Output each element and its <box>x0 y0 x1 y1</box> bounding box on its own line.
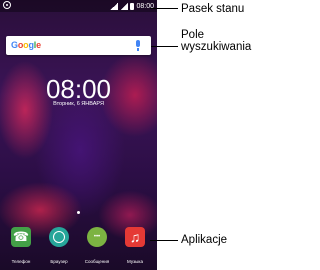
app-phone[interactable]: Телефон <box>6 227 36 264</box>
callout-line-apps <box>150 240 178 241</box>
microphone-icon[interactable] <box>136 40 140 51</box>
google-logo: Google <box>11 40 41 50</box>
app-label: Музыка <box>127 259 143 264</box>
status-bar: 08:00 <box>0 0 157 12</box>
search-callout-line2: wyszukiwania <box>181 41 252 53</box>
page-indicator <box>77 211 80 214</box>
date: Вторник, 6 ЯНВАРЯ <box>53 101 104 107</box>
messages-icon <box>87 227 107 247</box>
callout-line-search <box>151 46 178 47</box>
status-bar-callout: Pasek stanu <box>181 3 245 15</box>
search-callout-line1: Pole <box>181 29 205 41</box>
signal-icon-2 <box>120 2 129 10</box>
apps-callout: Aplikacje <box>181 234 228 246</box>
app-music[interactable]: Музыка <box>120 227 150 264</box>
phone-screen: 08:00 Google 08:00 Вторник, 6 ЯНВАРЯ Тел… <box>0 0 157 270</box>
app-label: Сообщения <box>84 259 110 264</box>
music-icon <box>125 227 145 247</box>
search-bar[interactable]: Google <box>6 36 151 55</box>
battery-icon <box>130 2 135 10</box>
phone-icon <box>11 227 31 247</box>
app-browser[interactable]: Браузер <box>44 227 74 264</box>
status-icons: 08:00 <box>110 1 154 11</box>
app-messages[interactable]: Сообщения <box>82 227 112 264</box>
app-label: Телефон <box>11 259 31 264</box>
signal-icon <box>110 2 119 10</box>
callout-line-status <box>150 8 178 9</box>
dock: Телефон Браузер Сообщения Музыка <box>0 227 157 270</box>
app-label: Браузер <box>50 259 68 264</box>
browser-icon <box>49 227 69 247</box>
notification-icon <box>3 1 11 9</box>
